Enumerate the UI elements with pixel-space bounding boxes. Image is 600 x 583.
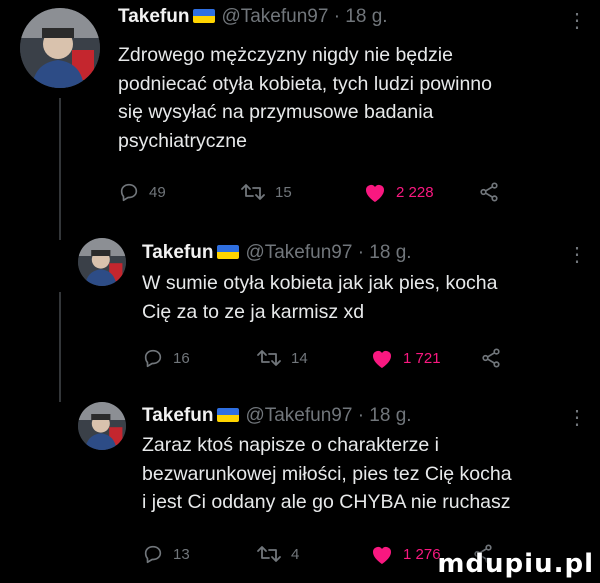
- author-handle[interactable]: @Takefun97: [245, 405, 352, 426]
- more-icon[interactable]: ⋮: [567, 405, 587, 430]
- like-count: 2 228: [396, 183, 434, 201]
- tweet-text-line: podniecać otyła kobieta, tych ludzi powi…: [118, 72, 492, 95]
- reply-button[interactable]: 49: [118, 181, 166, 203]
- heart-icon: [366, 185, 384, 202]
- author-name[interactable]: Takefun: [142, 405, 213, 426]
- heart-icon: [373, 547, 391, 564]
- avatar-image: [20, 8, 100, 88]
- ukraine-flag-icon: [217, 245, 240, 259]
- avatar[interactable]: [78, 238, 126, 286]
- retweet-count: 15: [275, 183, 292, 201]
- author-handle[interactable]: @Takefun97: [245, 242, 352, 263]
- ukraine-flag-icon: [217, 408, 240, 422]
- tweet-text-line: bezwarunkowej miłości, pies tez Cię koch…: [142, 462, 512, 485]
- reply-count: 16: [173, 349, 190, 367]
- reply-icon: [144, 545, 162, 564]
- share-button[interactable]: [478, 181, 500, 203]
- like-button[interactable]: 2 228: [363, 181, 434, 203]
- tweet-text-line: Zdrowego mężczyzny nigdy nie będzie: [118, 44, 453, 66]
- tweet-text-line: psychiatryczne: [118, 129, 247, 152]
- retweet-count: 4: [291, 545, 300, 563]
- more-icon[interactable]: ⋮: [567, 8, 587, 33]
- tweet-text: W sumie otyła kobieta jak jak pies, koch…: [142, 269, 498, 326]
- retweet-icon: [241, 184, 265, 200]
- tweet-header: Takefun @Takefun97 · 18 g.: [142, 242, 412, 264]
- retweet-button[interactable]: 14: [256, 347, 308, 369]
- avatar-image: [78, 238, 126, 286]
- avatar[interactable]: [78, 402, 126, 450]
- tweet-text-line: się wysyłać na przymusowe badania: [118, 101, 434, 123]
- avatar[interactable]: [20, 8, 100, 88]
- like-button[interactable]: 1 721: [370, 347, 441, 369]
- tweet-text-line: Zaraz ktoś napisze o charakterze i: [142, 434, 439, 456]
- tweet[interactable]: Takefun @Takefun97 · 18 g. ⋮ W sumie otył…: [0, 230, 600, 390]
- ukraine-flag-icon: [193, 9, 216, 23]
- author-name[interactable]: Takefun: [142, 242, 213, 263]
- author-handle[interactable]: @Takefun97: [221, 6, 328, 27]
- reply-icon: [120, 183, 138, 202]
- tweet-time[interactable]: · 18 g.: [334, 6, 388, 27]
- reply-button[interactable]: 13: [142, 543, 190, 565]
- tweet-text: Zaraz ktoś napisze o charakterze i bezwa…: [142, 431, 512, 517]
- tweet-text-line: i jest Ci oddany ale go CHYBA nie ruchas…: [142, 491, 511, 513]
- like-count: 1 721: [403, 349, 441, 367]
- share-icon: [482, 348, 500, 368]
- like-button[interactable]: 1 276: [370, 543, 441, 565]
- tweet-actions: 49 15 2 228: [118, 181, 558, 205]
- share-button[interactable]: [480, 347, 502, 369]
- tweet-actions: 16 14 1 721: [142, 347, 562, 371]
- tweet[interactable]: Takefun @Takefun97 · 18 g. ⋮ Zdrowego męż…: [0, 0, 600, 230]
- tweet-text-line: W sumie otyła kobieta jak jak pies, koch…: [142, 272, 498, 294]
- tweet-header: Takefun @Takefun97 · 18 g.: [118, 6, 388, 28]
- heart-icon: [373, 351, 391, 368]
- watermark: mdupiu.pl: [437, 549, 594, 579]
- like-count: 1 276: [403, 545, 441, 563]
- reply-count: 13: [173, 545, 190, 563]
- retweet-button[interactable]: 15: [240, 181, 292, 203]
- tweet-text-line: Cię za to ze ja karmisz xd: [142, 300, 365, 323]
- avatar-image: [78, 402, 126, 450]
- tweet-time[interactable]: · 18 g.: [358, 405, 412, 426]
- share-icon: [480, 182, 498, 202]
- tweet-text: Zdrowego mężczyzny nigdy nie będzie podn…: [118, 41, 492, 155]
- reply-count: 49: [149, 183, 166, 201]
- more-icon[interactable]: ⋮: [567, 242, 587, 267]
- retweet-icon: [257, 546, 281, 562]
- author-name[interactable]: Takefun: [118, 6, 189, 27]
- reply-icon: [144, 349, 162, 368]
- retweet-icon: [257, 350, 281, 366]
- tweet-header: Takefun @Takefun97 · 18 g.: [142, 405, 412, 427]
- retweet-button[interactable]: 4: [256, 543, 299, 565]
- retweet-count: 14: [291, 349, 308, 367]
- reply-button[interactable]: 16: [142, 347, 190, 369]
- tweet-time[interactable]: · 18 g.: [358, 242, 412, 263]
